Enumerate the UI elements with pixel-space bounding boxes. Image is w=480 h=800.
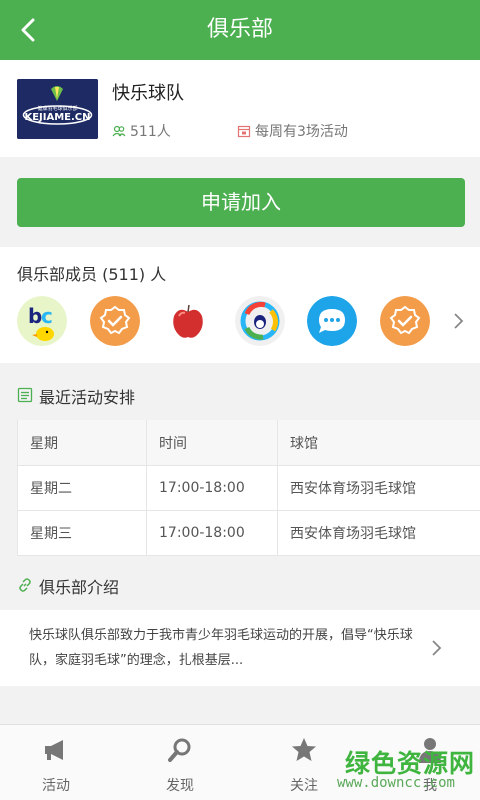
intro-card[interactable]: 快乐球队俱乐部致力于我市青少年羽毛球运动的开展，倡导“快乐球队，家庭羽毛球”的理…	[0, 610, 480, 686]
badge-avatar-icon	[380, 296, 430, 346]
megaphone-icon	[45, 740, 63, 760]
tab-discover[interactable]: 发现	[140, 735, 220, 795]
club-member-count: 511人	[112, 121, 171, 141]
members-more-button[interactable]	[452, 311, 466, 331]
calendar-icon	[237, 125, 251, 138]
intro-section-header: 俱乐部介绍	[0, 562, 480, 608]
schedule-table: 星期 时间 球馆 星期二 17:00-18:00 西安体育场羽毛球馆 星期三 1…	[17, 420, 480, 556]
member-avatar[interactable]	[235, 296, 285, 346]
intro-more-button[interactable]	[430, 638, 444, 658]
tab-label: 发现	[166, 778, 194, 794]
member-avatar[interactable]: b c	[17, 296, 67, 346]
chevron-right-icon	[454, 313, 464, 329]
table-cell: 17:00-18:00	[147, 511, 278, 555]
activity-frequency-text: 每周有3场活动	[255, 124, 348, 140]
table-cell: 17:00-18:00	[147, 466, 278, 510]
watermark-url-text: www.downcc.com	[336, 775, 455, 791]
member-count-text: 511人	[130, 124, 171, 140]
member-avatar[interactable]	[163, 296, 213, 346]
tab-label: 活动	[42, 778, 70, 794]
chat-bubble-avatar-icon	[307, 296, 357, 346]
club-name: 快乐球队	[112, 83, 184, 104]
tab-label: 关注	[290, 778, 318, 794]
badge-avatar-icon	[90, 296, 140, 346]
bc-duck-avatar-icon: b c	[17, 296, 67, 346]
watermark: 绿色资源网 www.downcc.com	[336, 744, 475, 796]
member-avatar[interactable]	[380, 296, 430, 346]
table-cell: 西安体育场羽毛球馆	[290, 481, 416, 497]
table-row: 星期二 17:00-18:00 西安体育场羽毛球馆	[18, 466, 480, 511]
svg-text:c: c	[41, 304, 53, 328]
star-icon	[292, 738, 316, 761]
members-section: 俱乐部成员 (511) 人 b c	[0, 247, 480, 363]
club-activity-frequency: 每周有3场活动	[237, 121, 348, 141]
search-icon	[168, 738, 191, 762]
table-header-cell: 时间	[147, 420, 278, 465]
chevron-right-icon	[432, 640, 442, 656]
page-title: 俱乐部	[206, 17, 273, 42]
apple-avatar-icon	[163, 296, 213, 346]
table-header-cell: 星期	[18, 420, 147, 465]
members-title: 俱乐部成员 (511) 人	[17, 265, 167, 284]
apply-join-button[interactable]: 申请加入	[17, 178, 465, 227]
club-logo: 健康羽毛球俱乐部 KEJIAME.CN	[17, 79, 98, 139]
people-icon	[112, 125, 126, 137]
intro-title: 俱乐部介绍	[39, 578, 120, 597]
qq-browser-avatar-icon	[235, 296, 285, 346]
table-cell: 西安体育场羽毛球馆	[290, 526, 416, 542]
link-icon	[19, 578, 31, 592]
tab-activity[interactable]: 活动	[16, 735, 96, 795]
svg-text:健康羽毛球俱乐部: 健康羽毛球俱乐部	[37, 105, 77, 112]
table-header-row: 星期 时间 球馆	[18, 420, 480, 466]
svg-text:KEJIAME.CN: KEJIAME.CN	[24, 112, 90, 123]
top-bar: 俱乐部	[0, 0, 480, 60]
member-avatar[interactable]	[90, 296, 140, 346]
table-header-cell: 球馆	[290, 435, 318, 452]
member-avatar[interactable]	[307, 296, 357, 346]
schedule-title: 最近活动安排	[39, 388, 136, 407]
club-info-card: 健康羽毛球俱乐部 KEJIAME.CN 快乐球队 511人 每周有3场活动	[0, 60, 480, 157]
list-icon	[17, 387, 33, 403]
table-cell: 星期三	[18, 511, 147, 555]
intro-text: 快乐球队俱乐部致力于我市青少年羽毛球运动的开展，倡导“快乐球队，家庭羽毛球”的理…	[29, 628, 413, 668]
table-cell: 星期二	[18, 466, 147, 510]
table-row: 星期三 17:00-18:00 西安体育场羽毛球馆	[18, 511, 480, 556]
tab-follow[interactable]: 关注	[264, 735, 344, 795]
schedule-section-header: 最近活动安排	[0, 372, 480, 418]
